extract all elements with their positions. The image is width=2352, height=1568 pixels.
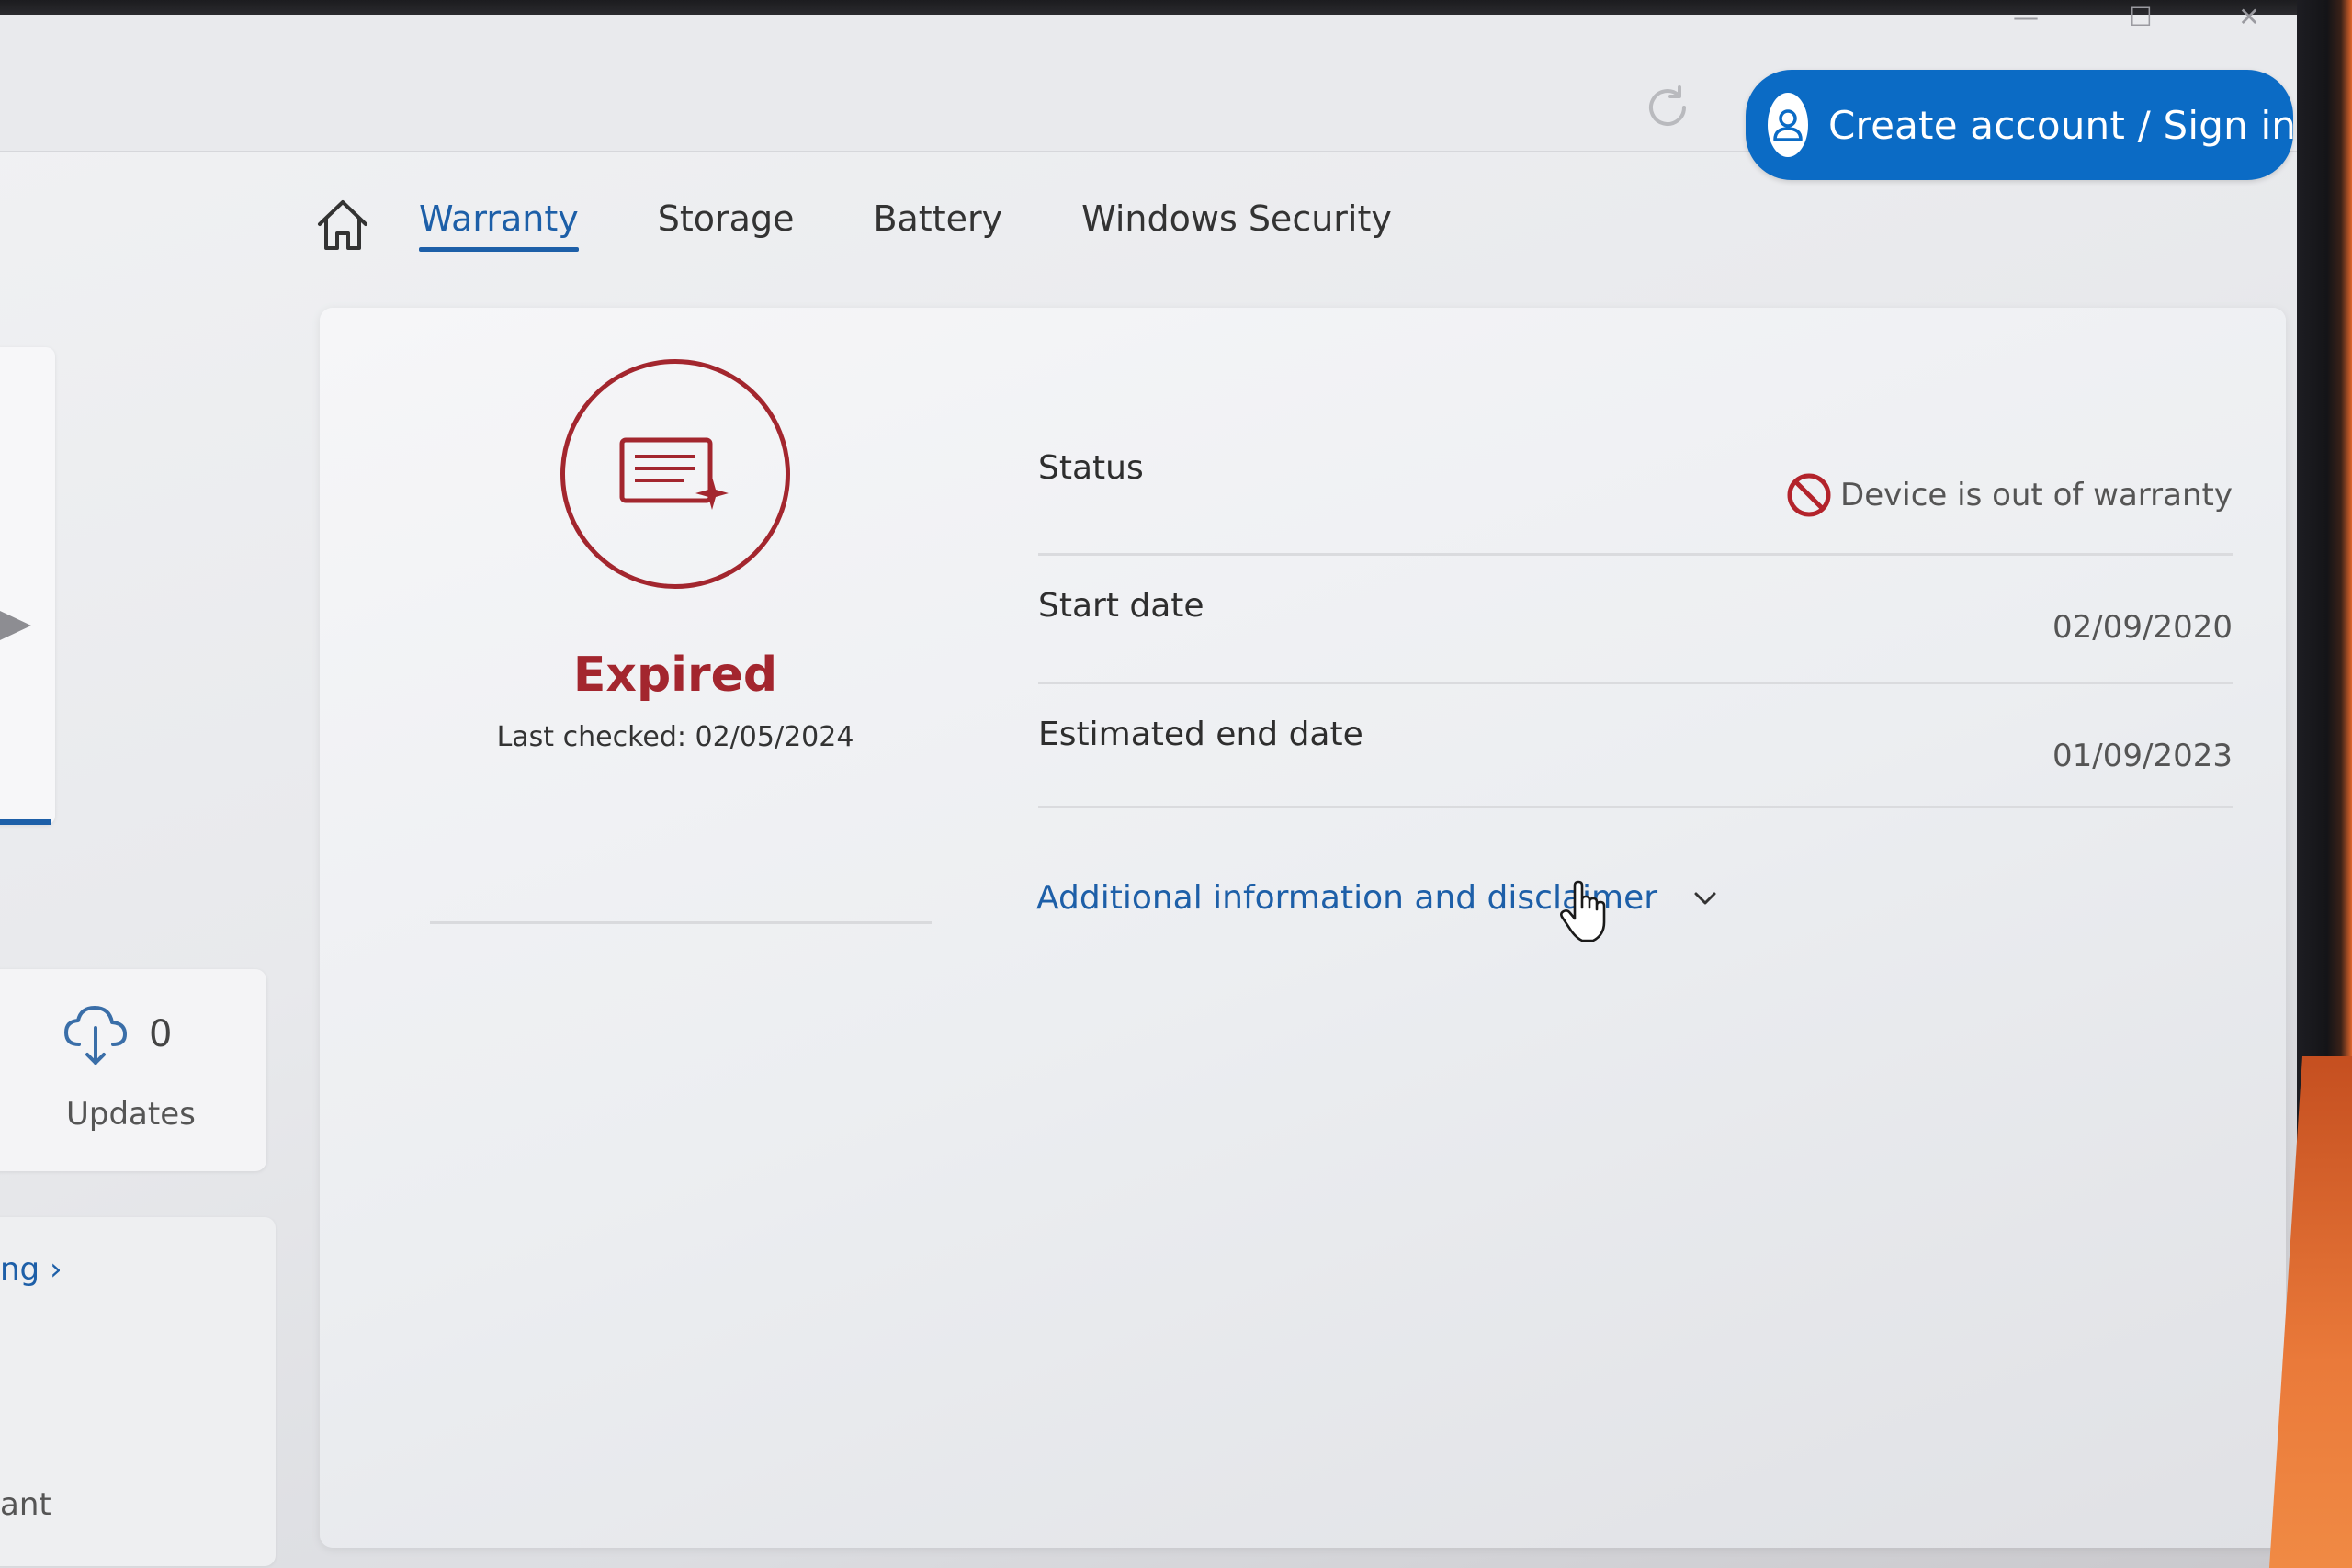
screen-bezel-top <box>0 0 2352 15</box>
tab-bar: Warranty Storage Battery Windows Securit… <box>312 184 1471 266</box>
tab-battery[interactable]: Battery <box>873 198 1002 252</box>
refresh-button[interactable] <box>1637 77 1698 138</box>
tab-warranty[interactable]: Warranty <box>419 198 579 252</box>
divider <box>430 921 932 924</box>
tab-storage[interactable]: Storage <box>658 198 795 252</box>
close-button[interactable]: ✕ <box>2231 4 2267 31</box>
updates-card[interactable]: 0 Updates <box>0 969 266 1171</box>
sidebar-arrow-icon <box>0 611 31 640</box>
end-date-value: 01/09/2023 <box>2052 738 2233 774</box>
tab-windows-security[interactable]: Windows Security <box>1081 198 1392 252</box>
app-window: Create account / Sign in Warranty Storag… <box>0 0 2297 1568</box>
user-icon <box>1768 93 1808 157</box>
app-header: Create account / Sign in <box>0 15 2297 180</box>
sign-in-button[interactable]: Create account / Sign in <box>1746 70 2297 180</box>
disclaimer-link[interactable]: Additional information and disclaimer <box>1036 879 1722 917</box>
start-date-value: 02/09/2020 <box>2052 609 2233 646</box>
updates-count: 0 <box>149 1013 173 1055</box>
end-date-label: Estimated end date <box>1038 716 1363 753</box>
cloud-download-icon <box>64 1006 127 1065</box>
warranty-badge <box>560 359 790 589</box>
refresh-icon <box>1649 85 1686 127</box>
status-value: Device is out of warranty <box>1785 471 2233 519</box>
chevron-down-icon <box>1694 892 1716 904</box>
sidebar-link[interactable]: ng › <box>0 1251 62 1288</box>
start-date-row: Start date 02/09/2020 <box>1038 556 2233 684</box>
warranty-card: Expired Last checked: 02/05/2024 Status … <box>320 308 2286 1548</box>
sidebar-text: ant <box>0 1486 51 1523</box>
selected-indicator <box>0 819 51 825</box>
minimize-button[interactable]: — <box>2007 4 2044 31</box>
status-row: Status Device is out of warranty <box>1038 418 2233 556</box>
updates-label: Updates <box>66 1096 196 1133</box>
sidebar-card[interactable] <box>0 347 55 825</box>
hand-cursor-icon <box>1560 880 1606 942</box>
warranty-details: Status Device is out of warranty Start d… <box>1038 418 2233 808</box>
blocked-icon <box>1787 473 1831 517</box>
status-label: Status <box>1038 449 1144 487</box>
warranty-state: Expired <box>572 648 778 703</box>
last-checked: Last checked: 02/05/2024 <box>496 721 854 753</box>
home-icon[interactable] <box>312 195 373 255</box>
start-date-label: Start date <box>1038 587 1204 625</box>
sign-in-label: Create account / Sign in <box>1828 102 2297 148</box>
maximize-button[interactable]: ☐ <box>2122 4 2159 31</box>
status-text: Device is out of warranty <box>1840 477 2233 513</box>
end-date-row: Estimated end date 01/09/2023 <box>1038 684 2233 808</box>
certificate-icon <box>619 437 729 510</box>
